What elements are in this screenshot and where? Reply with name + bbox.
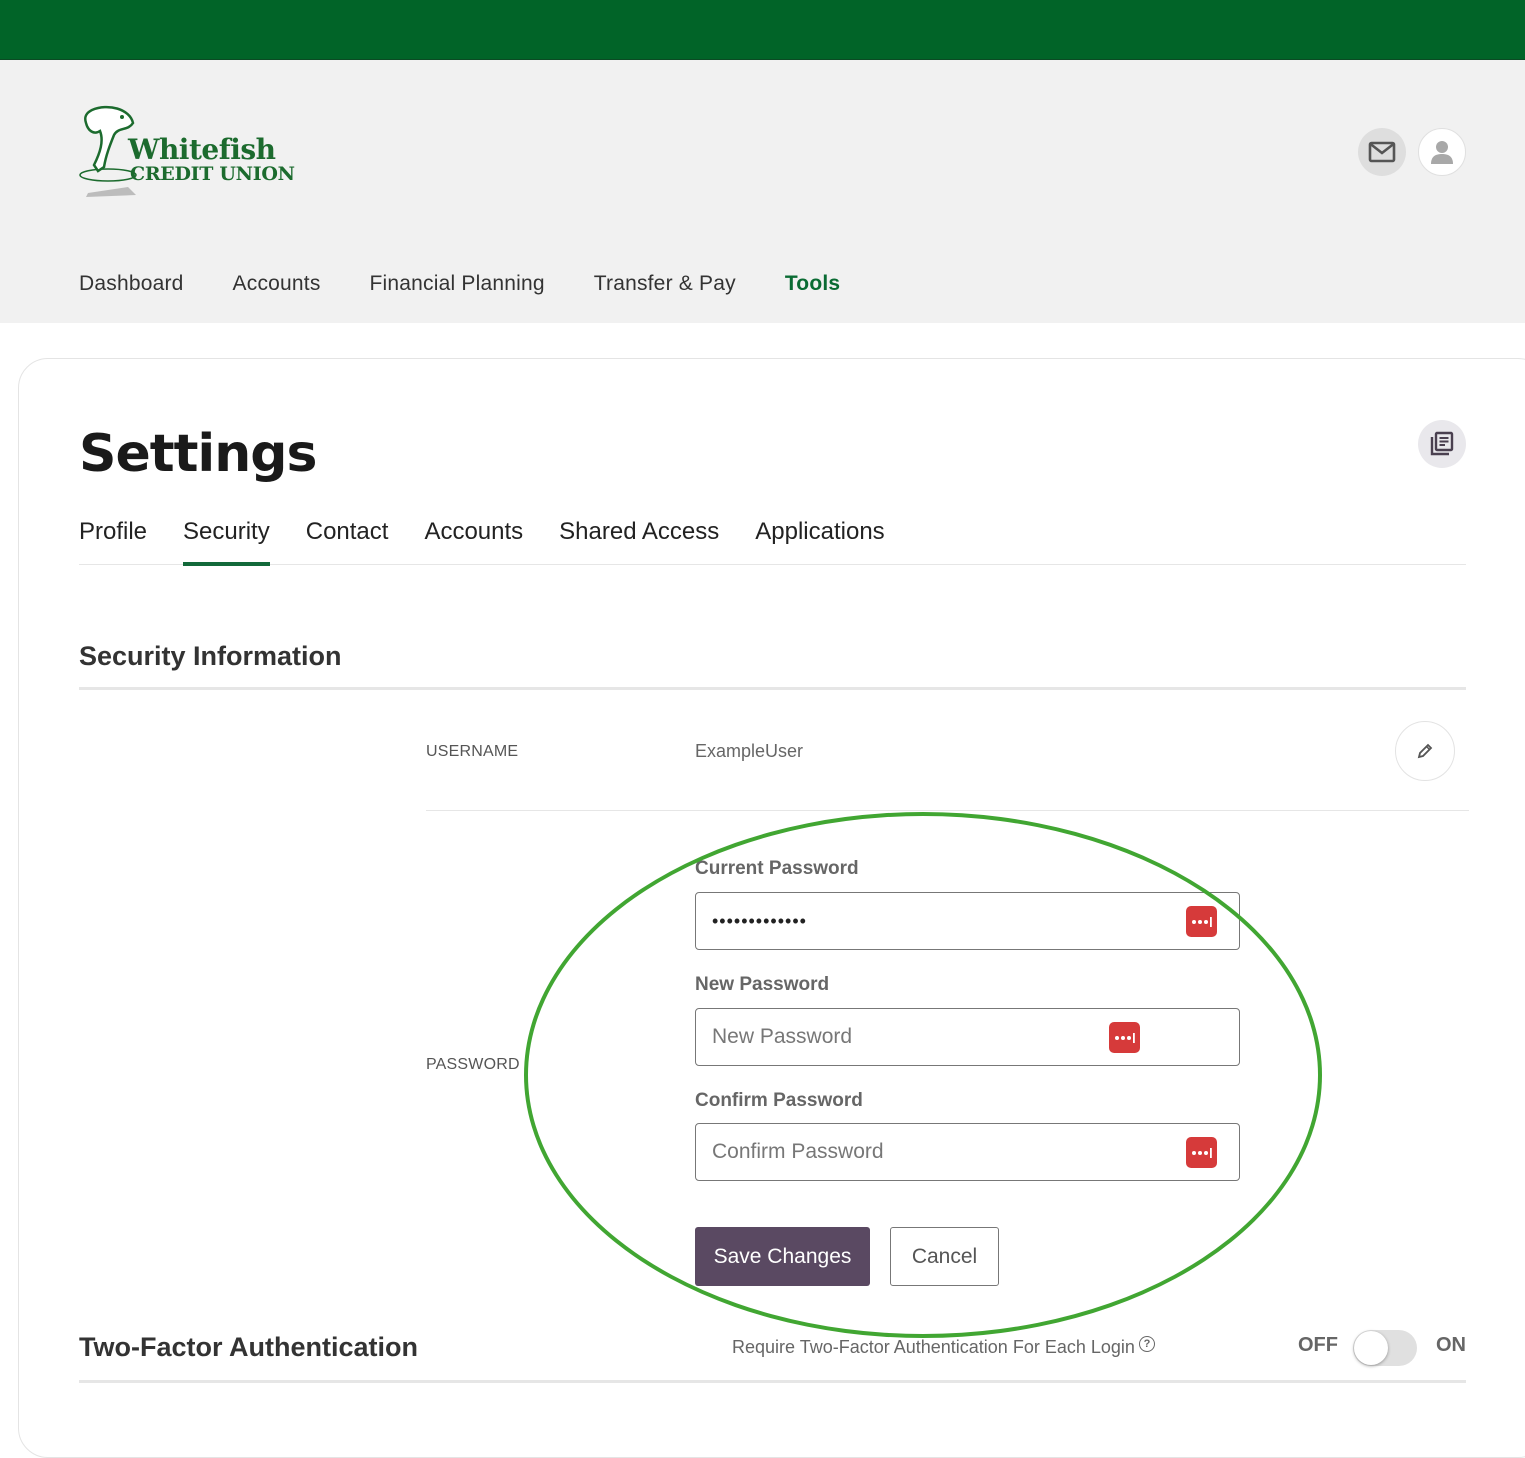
top-brand-bar xyxy=(0,0,1525,60)
two-factor-toggle[interactable] xyxy=(1353,1330,1417,1366)
nav-item-transfer-pay[interactable]: Transfer & Pay xyxy=(594,272,736,296)
password-label: PASSWORD xyxy=(426,1056,520,1073)
row-divider xyxy=(426,810,1469,811)
edit-username-button[interactable] xyxy=(1395,721,1455,781)
user-avatar-icon xyxy=(1431,141,1453,164)
security-information-heading: Security Information xyxy=(79,641,342,671)
toggle-on-label: ON xyxy=(1436,1334,1466,1356)
tab-applications[interactable]: Applications xyxy=(755,518,884,565)
tab-shared-access[interactable]: Shared Access xyxy=(559,518,719,565)
new-password-placeholder: New Password xyxy=(712,1025,853,1048)
username-value: ExampleUser xyxy=(695,741,804,761)
settings-tabs: Profile Security Contact Accounts Shared… xyxy=(79,518,1466,566)
tab-security[interactable]: Security xyxy=(183,518,270,566)
profile-avatar-button[interactable] xyxy=(1418,128,1466,176)
tab-accounts[interactable]: Accounts xyxy=(424,518,523,565)
new-password-label: New Password xyxy=(695,974,830,995)
new-password-input[interactable]: New Password xyxy=(695,1008,1240,1066)
two-factor-description: Require Two-Factor Authentication For Ea… xyxy=(732,1337,1135,1357)
section-divider xyxy=(79,687,1466,690)
mail-icon xyxy=(1368,141,1396,163)
password-manager-icon[interactable] xyxy=(1109,1022,1140,1053)
pencil-icon xyxy=(1417,743,1433,759)
two-factor-heading: Two-Factor Authentication xyxy=(79,1332,418,1362)
confirm-password-label: Confirm Password xyxy=(695,1090,863,1111)
current-password-value: ••••••••••••• xyxy=(712,910,807,931)
confirm-password-placeholder: Confirm Password xyxy=(712,1140,884,1163)
nav-item-accounts[interactable]: Accounts xyxy=(233,272,321,296)
password-manager-icon[interactable] xyxy=(1186,906,1217,937)
nav-item-dashboard[interactable]: Dashboard xyxy=(79,272,184,296)
section-divider xyxy=(79,1380,1466,1383)
cancel-button[interactable]: Cancel xyxy=(890,1227,999,1286)
confirm-password-input[interactable]: Confirm Password xyxy=(695,1123,1240,1181)
brand-subtitle: CREDIT UNION xyxy=(130,163,295,185)
print-button[interactable] xyxy=(1418,420,1466,468)
print-document-icon xyxy=(1430,431,1454,456)
main-navigation: Dashboard Accounts Financial Planning Tr… xyxy=(79,272,889,296)
brand-logo[interactable]: Whitefish CREDIT UNION xyxy=(78,105,308,200)
password-manager-icon[interactable] xyxy=(1186,1137,1217,1168)
tab-contact[interactable]: Contact xyxy=(306,518,389,565)
username-label: USERNAME xyxy=(426,743,519,760)
nav-item-financial-planning[interactable]: Financial Planning xyxy=(370,272,545,296)
page-title: Settings xyxy=(79,424,317,484)
help-icon[interactable]: ? xyxy=(1139,1336,1155,1352)
current-password-input[interactable]: ••••••••••••• xyxy=(695,892,1240,950)
messages-button[interactable] xyxy=(1358,128,1406,176)
brand-name: Whitefish xyxy=(128,133,276,166)
current-password-label: Current Password xyxy=(695,858,859,879)
toggle-off-label: OFF xyxy=(1298,1334,1338,1356)
toggle-knob[interactable] xyxy=(1354,1331,1388,1365)
tab-profile[interactable]: Profile xyxy=(79,518,147,565)
nav-item-tools[interactable]: Tools xyxy=(785,272,840,296)
save-changes-button[interactable]: Save Changes xyxy=(695,1227,870,1286)
